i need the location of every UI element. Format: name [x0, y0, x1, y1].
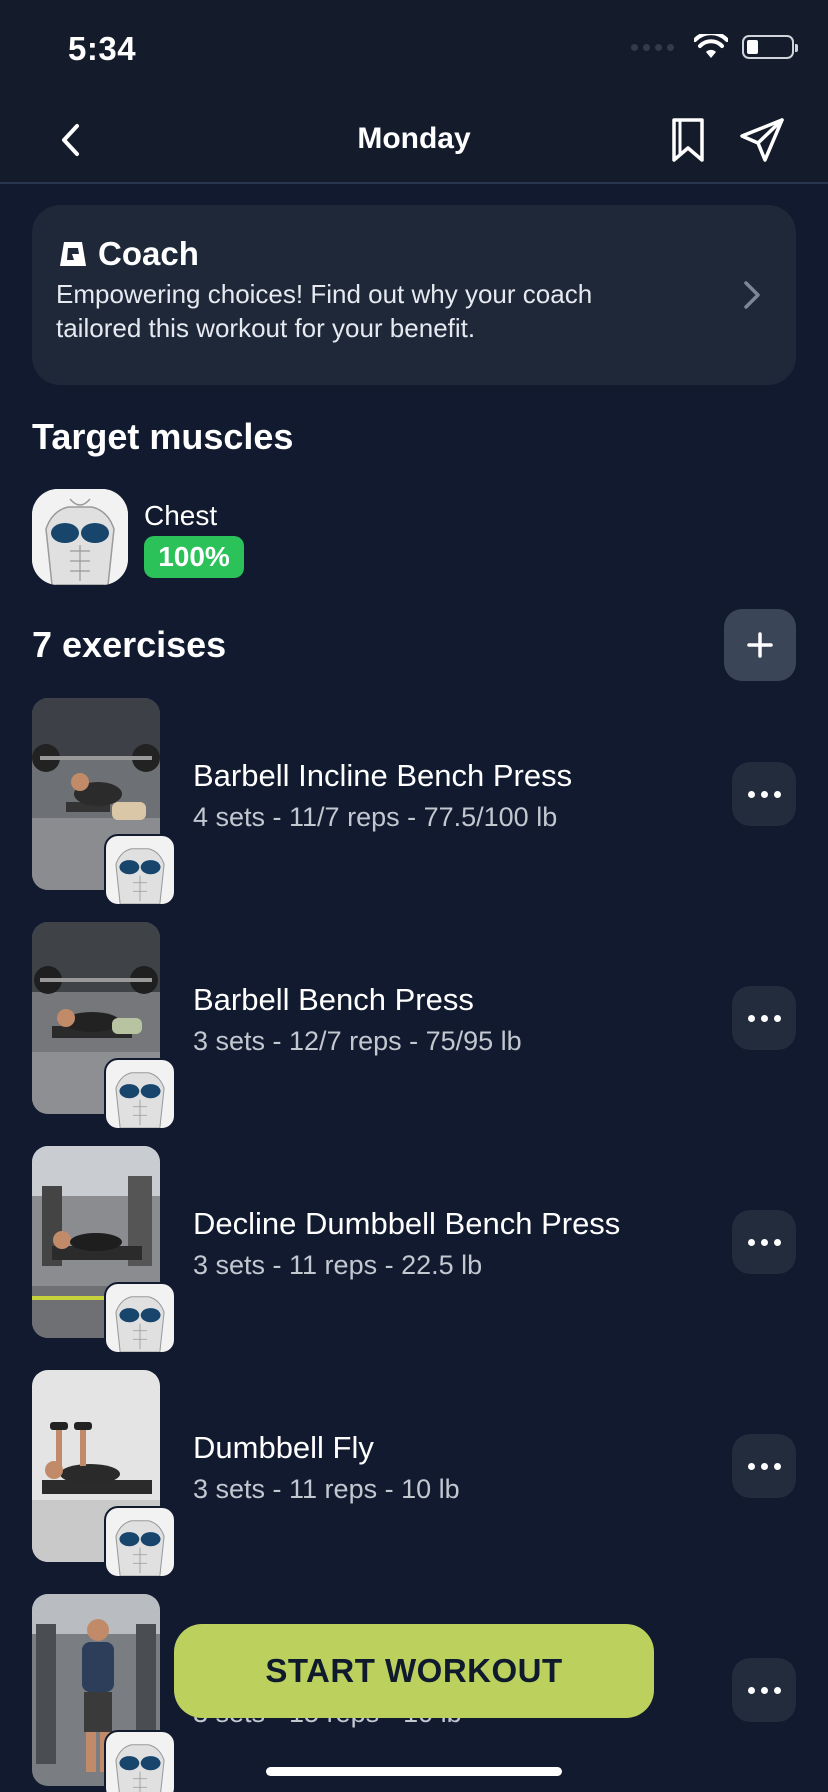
start-workout-button[interactable]: START WORKOUT	[174, 1624, 654, 1718]
exercise-name: Decline Dumbbell Bench Press	[193, 1206, 621, 1241]
more-options-button[interactable]	[732, 762, 796, 826]
chest-muscle-icon	[104, 1282, 176, 1354]
muscle-name: Chest	[144, 500, 218, 531]
target-muscles-heading: Target muscles	[32, 416, 294, 457]
home-indicator	[266, 1767, 562, 1776]
more-options-button[interactable]	[732, 1434, 796, 1498]
exercises-heading: 7 exercises	[32, 624, 227, 665]
exercise-row[interactable]: Barbell Bench Press 3 sets - 12/7 reps -…	[0, 922, 828, 1130]
status-icons	[631, 34, 798, 60]
exercise-row[interactable]: Dumbbell Fly 3 sets - 11 reps - 10 lb	[0, 1370, 828, 1578]
exercise-row[interactable]: Decline Dumbbell Bench Press 3 sets - 11…	[0, 1146, 828, 1354]
chest-muscle-icon	[104, 1506, 176, 1578]
exercise-detail: 3 sets - 11 reps - 10 lb	[193, 1474, 460, 1504]
coach-logo-icon	[60, 242, 86, 266]
exercise-name: Barbell Incline Bench Press	[193, 758, 573, 793]
chest-muscle-icon	[104, 1058, 176, 1130]
exercise-detail: 3 sets - 11 reps - 22.5 lb	[193, 1250, 483, 1280]
exercise-name: Dumbbell Fly	[193, 1430, 374, 1465]
exercise-name: Barbell Bench Press	[193, 982, 474, 1017]
status-bar: 5:34	[0, 0, 828, 100]
coach-card[interactable]: Coach Empowering choices! Find out why y…	[32, 205, 796, 385]
send-icon[interactable]	[738, 116, 786, 164]
chevron-right-icon	[744, 281, 760, 309]
wifi-icon	[694, 34, 728, 58]
coach-text: Empowering choices! Find out why your co…	[56, 279, 593, 343]
exercise-row[interactable]: Barbell Incline Bench Press 4 sets - 11/…	[0, 698, 828, 906]
muscle-percent-badge: 100%	[144, 536, 244, 578]
status-time: 5:34	[68, 30, 137, 67]
coach-header: Coach	[58, 235, 199, 273]
more-options-button[interactable]	[732, 1210, 796, 1274]
more-options-button[interactable]	[732, 986, 796, 1050]
exercise-detail: 4 sets - 11/7 reps - 77.5/100 lb	[193, 802, 558, 832]
more-options-button[interactable]	[732, 1658, 796, 1722]
bookmark-icon[interactable]	[666, 116, 710, 164]
chest-muscle-image	[32, 489, 128, 585]
signal-icon	[631, 43, 674, 51]
nav-bar: Monday	[0, 100, 828, 184]
chest-muscle-icon	[104, 834, 176, 906]
exercise-detail: 3 sets - 12/7 reps - 75/95 lb	[193, 1026, 522, 1056]
plus-icon	[747, 632, 773, 658]
coach-title: Coach	[98, 235, 199, 272]
add-exercise-button[interactable]	[724, 609, 796, 681]
battery-icon	[742, 35, 798, 59]
chest-muscle-icon	[104, 1730, 176, 1792]
